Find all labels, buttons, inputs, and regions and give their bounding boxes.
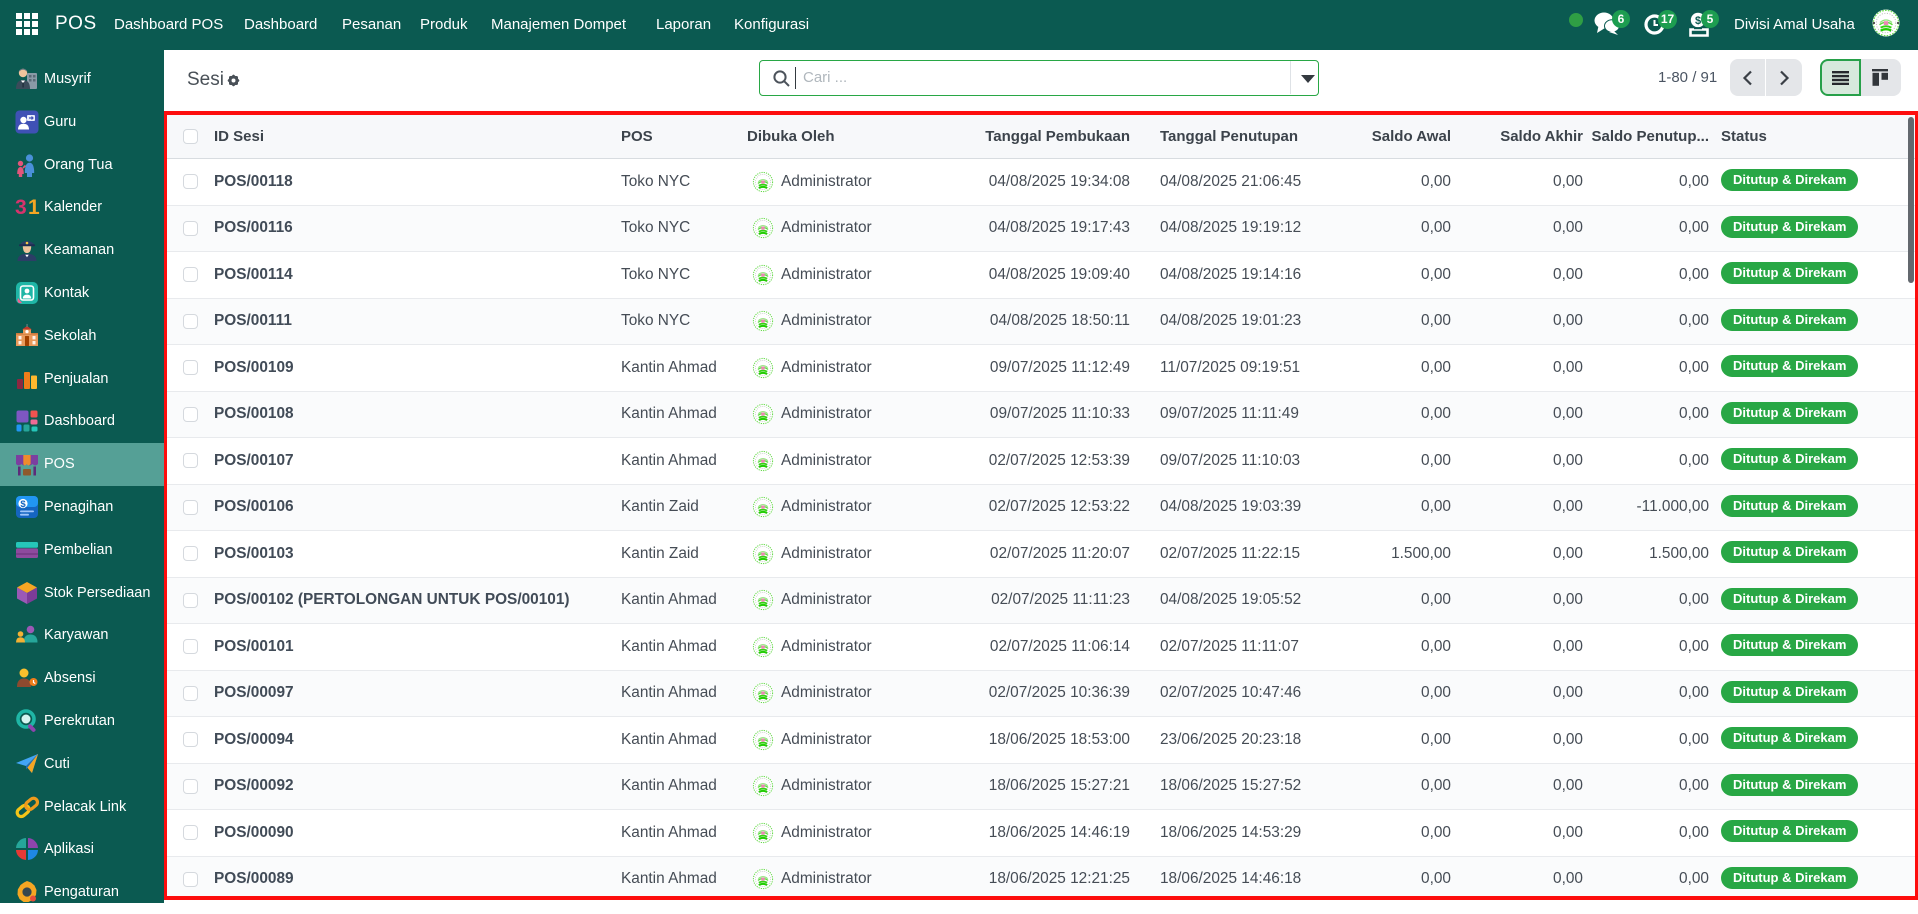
svg-text:1: 1 xyxy=(28,196,40,219)
svg-text:$: $ xyxy=(20,499,26,510)
svg-text:3: 3 xyxy=(15,196,27,219)
